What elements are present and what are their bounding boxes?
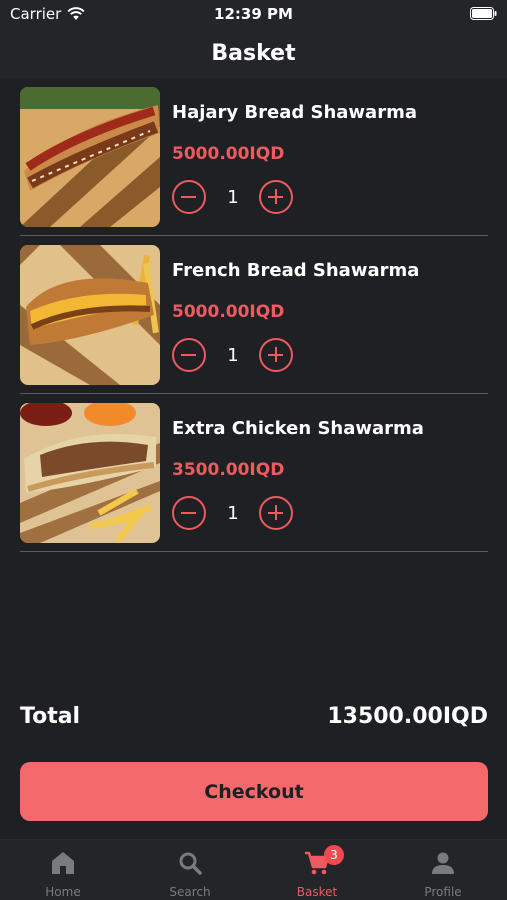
decrease-quantity-button[interactable] [172,180,206,214]
tab-home[interactable]: Home [0,840,126,900]
status-time: 12:39 PM [214,5,293,23]
page-title: Basket [211,40,296,66]
total-row: Total 13500.00IQD [20,702,488,736]
search-icon [179,852,202,875]
item-name: French Bread Shawarma [172,260,420,281]
item-image-hajary-shawarma [20,87,160,227]
item-name: Hajary Bread Shawarma [172,102,417,123]
basket-item[interactable]: Hajary Bread Shawarma 5000.00IQD 1 [20,78,488,236]
nav-header: Basket [0,28,507,78]
decrease-quantity-button[interactable] [172,496,206,530]
item-image-extra-chicken-shawarma [20,403,160,543]
quantity-stepper: 1 [172,496,294,530]
quantity-value: 1 [227,187,239,208]
battery-icon [470,7,497,20]
basket-item[interactable]: Extra Chicken Shawarma 3500.00IQD 1 [20,394,488,552]
quantity-value: 1 [227,503,239,524]
item-image-french-shawarma [20,245,160,385]
item-price: 5000.00IQD [172,144,285,164]
basket-item[interactable]: French Bread Shawarma 5000.00IQD 1 [20,236,488,394]
tab-label: Home [45,885,81,899]
cart-count-badge: 3 [324,845,344,865]
tab-profile[interactable]: Profile [380,840,506,900]
quantity-stepper: 1 [172,180,294,214]
increase-quantity-button[interactable] [259,338,293,372]
status-bar: Carrier 12:39 PM [0,0,507,28]
tab-basket[interactable]: 3 Basket [254,840,380,900]
increase-quantity-button[interactable] [259,496,293,530]
home-icon [52,852,74,874]
tab-bar: Home Search 3 Basket Profile [0,839,507,900]
item-name: Extra Chicken Shawarma [172,418,424,439]
quantity-stepper: 1 [172,338,294,372]
quantity-value: 1 [227,345,239,366]
tab-label: Search [169,885,211,899]
item-price: 5000.00IQD [172,302,285,322]
item-price: 3500.00IQD [172,460,285,480]
basket-screen: Carrier 12:39 PM Basket Hajary Bread Sha… [0,0,507,900]
tab-label: Basket [296,885,338,899]
total-value: 13500.00IQD [327,704,488,729]
tab-search[interactable]: Search [127,840,253,900]
person-icon [432,852,454,874]
increase-quantity-button[interactable] [259,180,293,214]
decrease-quantity-button[interactable] [172,338,206,372]
checkout-button[interactable]: Checkout [20,762,488,821]
total-label: Total [20,704,81,729]
tab-label: Profile [424,885,462,899]
